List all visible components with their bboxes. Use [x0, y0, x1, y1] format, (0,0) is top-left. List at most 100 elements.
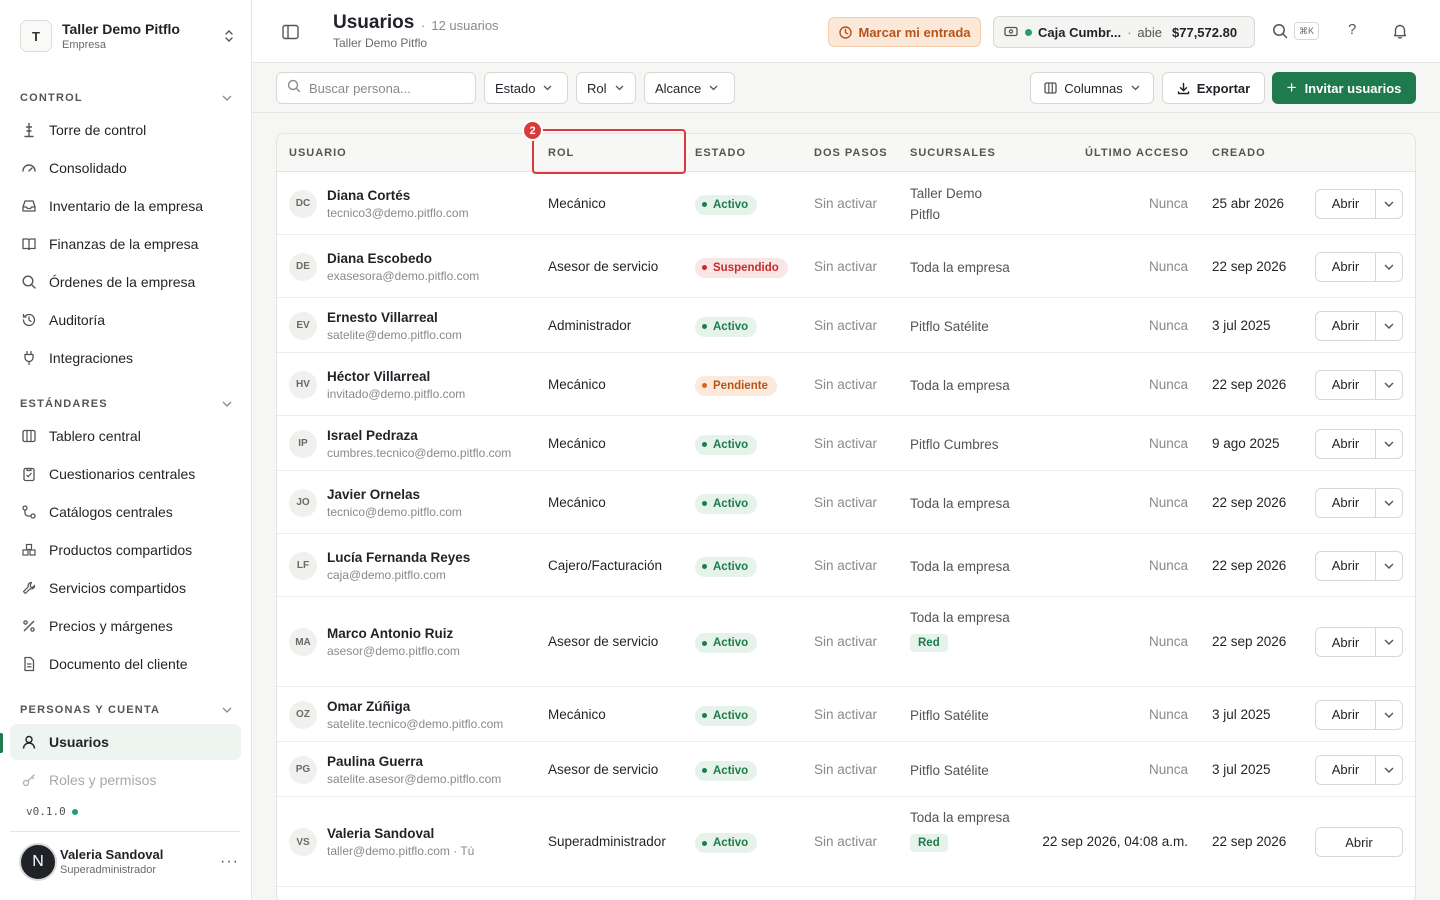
filter-role[interactable]: Rol: [576, 72, 636, 104]
sidebar-item-catalogos-centrales[interactable]: Catálogos centrales: [10, 494, 241, 530]
open-button[interactable]: Abrir: [1316, 312, 1375, 340]
user-name: Paulina Guerra: [327, 753, 424, 769]
user-role: Superadministrador: [548, 834, 666, 849]
table-row[interactable]: LF Lucía Fernanda Reyes caja@demo.pitflo.c…: [277, 534, 1415, 597]
col-two-step[interactable]: DOS PASOS: [814, 147, 888, 159]
sidebar-item-integraciones[interactable]: Integraciones: [10, 340, 241, 376]
shortcut-hint: ⌘K: [1294, 22, 1320, 40]
section-standards[interactable]: ESTÁNDARES: [20, 397, 232, 411]
filter-status[interactable]: Estado: [484, 72, 568, 104]
open-status-dot: [1025, 28, 1032, 36]
chevron-down-icon[interactable]: [1375, 311, 1402, 340]
status-dot: [702, 564, 707, 569]
table-row[interactable]: EV Ernesto Villarreal satelite@demo.pitflo…: [277, 298, 1415, 353]
status-label: Activo: [713, 709, 749, 722]
cash-register-button[interactable]: Caja Cumbr... · abie $77,572.80: [993, 16, 1255, 48]
open-button[interactable]: Abrir: [1316, 430, 1375, 458]
status-dot: [702, 713, 707, 718]
sidebar-item-torre-de-control[interactable]: Torre de control: [10, 112, 241, 148]
status-label: Suspendido: [713, 261, 779, 274]
col-status[interactable]: ESTADO: [695, 147, 746, 159]
open-button[interactable]: Abrir: [1316, 489, 1375, 517]
open-button[interactable]: Abrir: [1316, 552, 1375, 580]
sidebar-item-servicios-compartidos[interactable]: Servicios compartidos: [10, 570, 241, 606]
user-role: Administrador: [548, 317, 632, 333]
chevron-down-icon[interactable]: [1375, 370, 1402, 399]
table-row[interactable]: DE Diana Escobedo exasesora@demo.pitflo.co…: [277, 235, 1415, 298]
main-content: USUARIO ROL ESTADO DOS PASOS SUCURSALES …: [252, 113, 1440, 900]
two-step-status: Sin activar: [814, 195, 878, 211]
col-user[interactable]: USUARIO: [289, 147, 347, 159]
table-row[interactable]: VS Valeria Sandoval taller@demo.pitflo.com…: [277, 797, 1415, 887]
org-switcher[interactable]: T Taller Demo Pitflo Empresa: [20, 19, 236, 53]
toolbar: Estado Rol Alcance Columnas Exportar + I…: [252, 63, 1440, 113]
sidebar-item-inventario-de-la-empresa[interactable]: Inventario de la empresa: [10, 188, 241, 224]
user-role: Superadministrador: [60, 864, 156, 876]
sidebar-toggle-icon[interactable]: [282, 24, 299, 40]
columns-button[interactable]: Columnas: [1030, 72, 1154, 104]
user-name: Diana Cortés: [327, 187, 411, 203]
sidebar-item-precios-y-margenes[interactable]: Precios y márgenes: [10, 608, 241, 644]
sidebar-item-usuarios[interactable]: Usuarios: [10, 724, 241, 760]
search-icon[interactable]: [1271, 22, 1289, 40]
clock-in-button[interactable]: Marcar mi entrada: [828, 17, 981, 47]
sidebar-item-finanzas-de-la-empresa[interactable]: Finanzas de la empresa: [10, 226, 241, 262]
col-last-access[interactable]: ÚLTIMO ACCESO: [1085, 147, 1189, 159]
chevron-down-icon[interactable]: [1375, 488, 1402, 517]
chevron-down-icon[interactable]: [1375, 551, 1402, 580]
document-icon: [21, 656, 37, 672]
sidebar-item-cuestionarios-centrales[interactable]: Cuestionarios centrales: [10, 456, 241, 492]
open-button[interactable]: Abrir: [1316, 253, 1375, 281]
col-branches[interactable]: SUCURSALES: [910, 147, 996, 159]
current-user[interactable]: N Valeria Sandoval Superadministrador ··…: [19, 843, 239, 881]
table-row[interactable]: JO Javier Ornelas tecnico@demo.pitflo.com M…: [277, 471, 1415, 534]
section-control[interactable]: CONTROL: [20, 91, 232, 105]
chevron-down-icon[interactable]: [1375, 700, 1402, 729]
bell-icon[interactable]: [1391, 22, 1409, 40]
help-icon[interactable]: ?: [1348, 21, 1356, 38]
sidebar-item-documento-del-cliente[interactable]: Documento del cliente: [10, 646, 241, 682]
highlight-box: [532, 129, 686, 174]
table-row[interactable]: MA Marco Antonio Ruiz asesor@demo.pitflo.c…: [277, 597, 1415, 687]
tower-icon: [21, 122, 37, 138]
more-icon[interactable]: ···: [220, 853, 239, 871]
status-badge: Activo: [695, 316, 758, 337]
open-button[interactable]: Abrir: [1316, 828, 1402, 856]
table-row[interactable]: DC Diana Cortés tecnico3@demo.pitflo.com Me…: [277, 172, 1415, 235]
chevron-down-icon[interactable]: [1375, 429, 1402, 458]
invite-users-button[interactable]: + Invitar usuarios: [1272, 72, 1416, 104]
table-row[interactable]: IP Israel Pedraza cumbres.tecnico@demo.pit…: [277, 416, 1415, 471]
created-date: 22 sep 2026: [1212, 634, 1287, 649]
open-button[interactable]: Abrir: [1316, 371, 1375, 399]
export-button[interactable]: Exportar: [1162, 72, 1265, 104]
search-box[interactable]: [276, 72, 476, 104]
chevron-down-icon[interactable]: [1375, 628, 1402, 656]
table-row[interactable]: OZ Omar Zúñiga satelite.tecnico@demo.pitfl…: [277, 687, 1415, 742]
table-row[interactable]: HV Héctor Villarreal invitado@demo.pitflo.…: [277, 353, 1415, 416]
open-button[interactable]: Abrir: [1316, 190, 1375, 218]
open-button[interactable]: Abrir: [1316, 701, 1375, 729]
chevron-down-icon[interactable]: [1375, 252, 1402, 281]
user-role: Mecánico: [548, 376, 606, 392]
sidebar-item-productos-compartidos[interactable]: Productos compartidos: [10, 532, 241, 568]
status-badge: Activo: [695, 556, 758, 577]
search-input[interactable]: [309, 80, 469, 96]
user-role: Mecánico: [548, 706, 606, 722]
chevron-down-icon[interactable]: [1375, 755, 1402, 784]
sidebar-item-auditoria[interactable]: Auditoría: [10, 302, 241, 338]
status-label: Activo: [713, 637, 749, 649]
open-button[interactable]: Abrir: [1316, 756, 1375, 784]
table-row[interactable]: PG Paulina Guerra satelite.asesor@demo.pit…: [277, 742, 1415, 797]
open-button[interactable]: Abrir: [1316, 628, 1375, 656]
sidebar-item-consolidado[interactable]: Consolidado: [10, 150, 241, 186]
sidebar-item-roles-y-permisos[interactable]: Roles y permisos: [10, 762, 241, 798]
chevron-down-icon[interactable]: [1375, 189, 1402, 218]
filter-scope[interactable]: Alcance: [644, 72, 735, 104]
section-people[interactable]: PERSONAS Y CUENTA: [20, 703, 232, 717]
sidebar-item-ordenes-de-la-empresa[interactable]: Órdenes de la empresa: [10, 264, 241, 300]
status-dot: [702, 501, 707, 506]
percent-icon: [21, 618, 37, 634]
sidebar-item-label: Roles y permisos: [49, 772, 157, 788]
col-created[interactable]: CREADO: [1212, 147, 1266, 159]
sidebar-item-tablero-central[interactable]: Tablero central: [10, 418, 241, 454]
